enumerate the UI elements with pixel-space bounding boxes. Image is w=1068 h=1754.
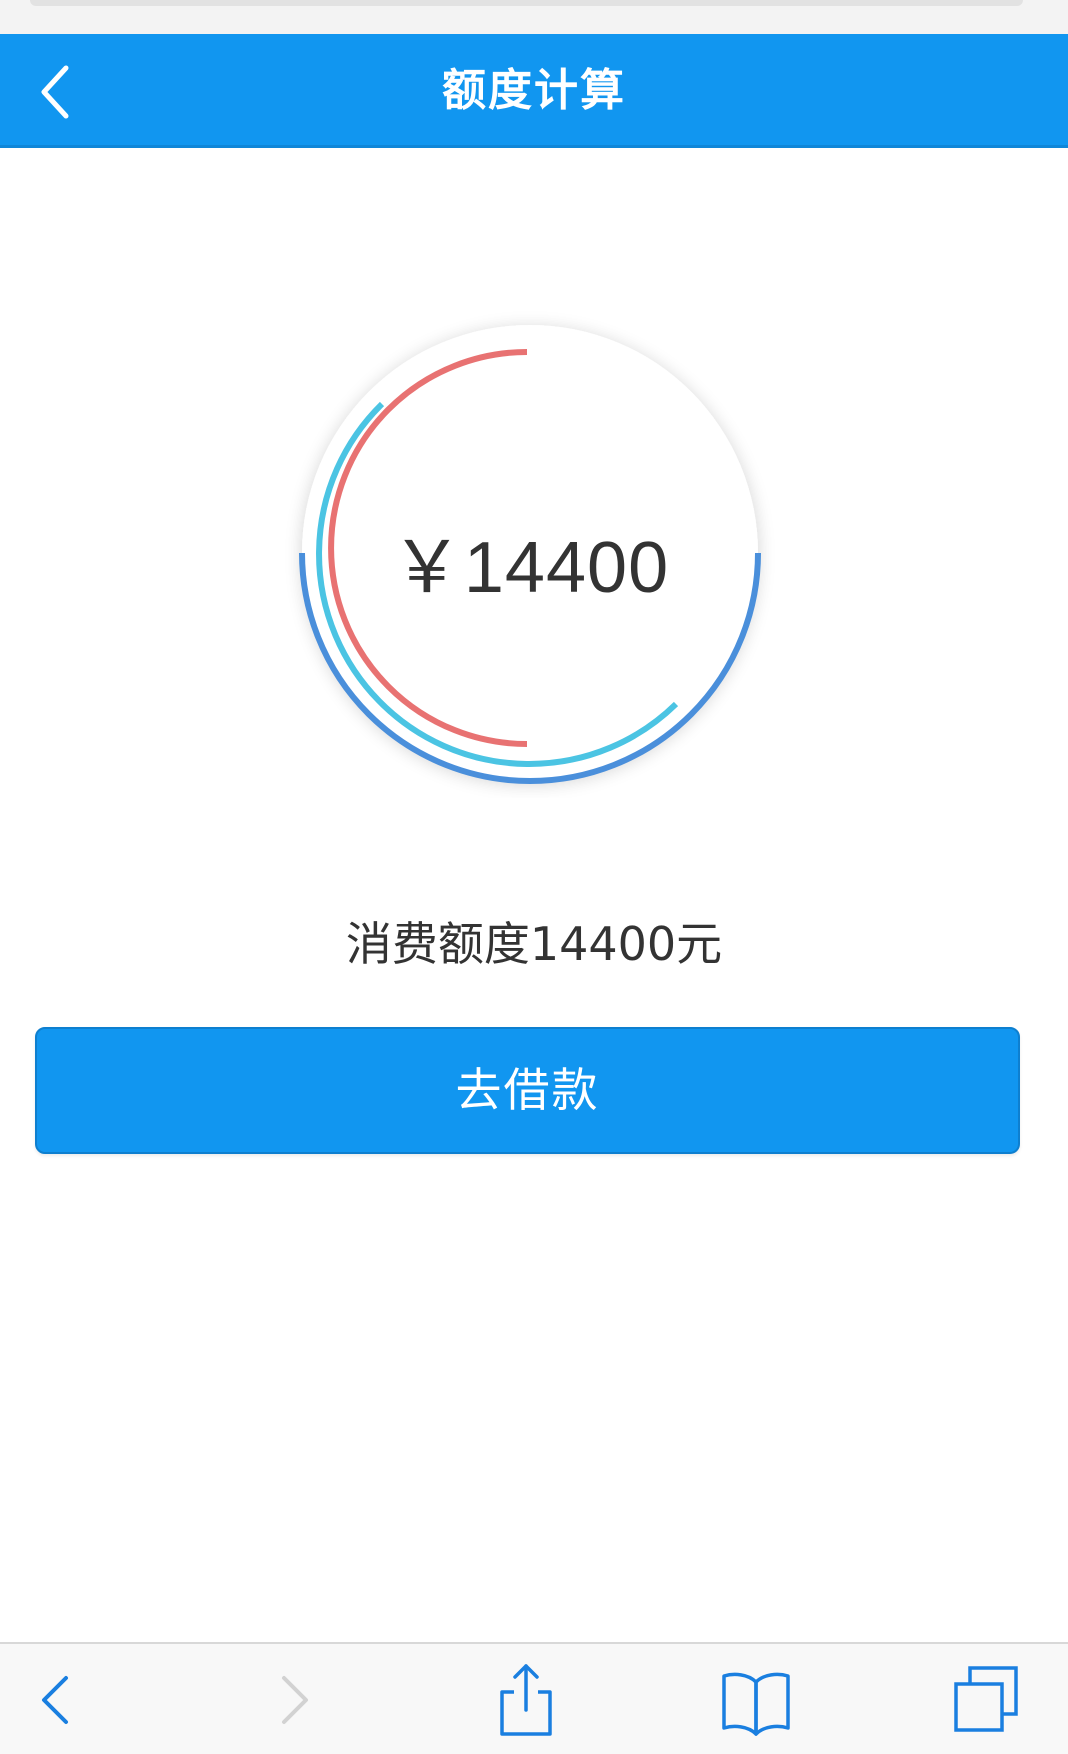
browser-share-button[interactable] xyxy=(484,1658,568,1742)
back-arrow-icon xyxy=(42,1676,68,1724)
browser-tabs-button[interactable] xyxy=(944,1658,1028,1742)
browser-toolbar xyxy=(0,1642,1068,1754)
forward-arrow-icon xyxy=(282,1676,308,1724)
browser-forward-button[interactable] xyxy=(252,1658,336,1742)
browser-top-strip xyxy=(0,0,1068,34)
address-bar-edge xyxy=(30,0,1023,6)
browser-bookmarks-button[interactable] xyxy=(714,1658,798,1742)
browser-back-button[interactable] xyxy=(12,1658,96,1742)
share-icon xyxy=(500,1664,552,1736)
credit-limit-text: 消费额度14400元 xyxy=(345,917,723,971)
tabs-icon xyxy=(954,1666,1018,1732)
credit-limit-page: 额度计算 ￥14400 消费额度14400元 去借款 xyxy=(0,0,1068,1754)
credit-gauge: ￥14400 xyxy=(285,308,775,798)
borrow-button[interactable]: 去借款 xyxy=(35,1027,1020,1154)
navigation-bar: 额度计算 xyxy=(0,34,1068,148)
page-title: 额度计算 xyxy=(442,65,626,116)
gauge-amount: ￥14400 xyxy=(390,528,670,608)
bookmarks-icon xyxy=(722,1672,790,1736)
